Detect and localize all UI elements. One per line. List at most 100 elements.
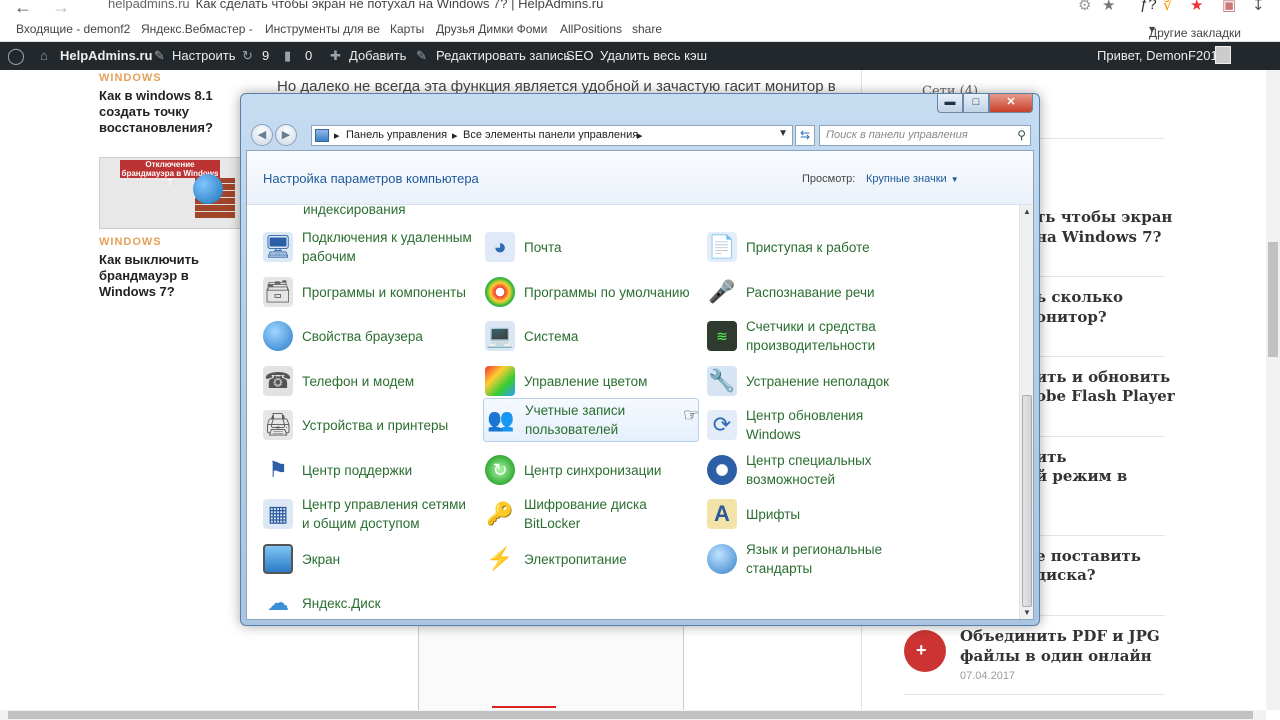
search-icon[interactable]: ⚲: [1017, 128, 1026, 142]
cp-item-action-center[interactable]: ⚑ Центр поддержки: [263, 450, 473, 490]
sidebar-post-title[interactable]: диска?: [1036, 565, 1096, 585]
search-input[interactable]: Поиск в панели управления ⚲: [819, 125, 1031, 146]
cp-item-bitlocker[interactable]: 🔑 Шифрование диска BitLocker: [485, 494, 695, 534]
sidebar-post-title[interactable]: онитор?: [1036, 307, 1107, 327]
sidebar-post-title[interactable]: е поставить: [1036, 546, 1141, 566]
bookmark-item[interactable]: Карты: [390, 22, 424, 36]
cp-item-mail[interactable]: ◕ Почта: [485, 227, 695, 267]
address-dropdown-icon[interactable]: ▼: [778, 128, 788, 139]
star-red-icon[interactable]: ★: [1190, 0, 1203, 14]
address-bar[interactable]: ▸ Панель управления ▸ Все элементы панел…: [311, 125, 793, 146]
bookmark-item[interactable]: share: [632, 22, 662, 36]
sidebar-post-title[interactable]: Объединить PDF и JPG: [960, 626, 1160, 646]
fx-extension-icon[interactable]: ƒ?: [1140, 0, 1157, 13]
sidebar-post-title[interactable]: ть чтобы экран: [1036, 207, 1172, 227]
breadcrumb-all-items[interactable]: Все элементы панели управления: [463, 129, 638, 141]
cp-item-color-management[interactable]: Управление цветом: [485, 361, 695, 401]
sidebar-post-title[interactable]: на Windows 7?: [1036, 227, 1161, 247]
troubleshooting-icon: 🔧: [707, 366, 737, 396]
view-dropdown[interactable]: Крупные значки ▼: [866, 173, 959, 185]
purge-cache-link[interactable]: Удалить весь кэш: [600, 48, 707, 63]
post-title[interactable]: Как выключить брандмауэр в Windows 7?: [99, 252, 239, 300]
bookmark-item[interactable]: Яндекс.Вебмастер -: [141, 22, 253, 36]
item-label: Центр обновления Windows: [746, 408, 864, 442]
cp-item-yandex-disk[interactable]: ☁ Яндекс.Диск: [263, 583, 473, 623]
calendar-icon[interactable]: ▣: [1222, 0, 1236, 14]
sidebar-post-title[interactable]: ить: [1036, 447, 1067, 467]
extension-icon[interactable]: ⚙: [1078, 0, 1091, 14]
download-icon[interactable]: ↧: [1252, 0, 1265, 14]
edit-post-link[interactable]: Редактировать запись: [436, 48, 570, 63]
bitlocker-icon: 🔑: [486, 501, 514, 526]
cp-item-performance[interactable]: ≋ Счетчики и средства производительности: [707, 316, 917, 356]
cp-item-default-programs[interactable]: Программы по умолчанию: [485, 272, 695, 312]
bookmark-item[interactable]: Инструменты для ве: [265, 22, 380, 36]
cp-item-devices-printers[interactable]: 🖨 Устройства и принтеры: [263, 405, 473, 445]
cp-item-getting-started[interactable]: 📄 Приступая к работе: [707, 227, 917, 267]
maximize-button[interactable]: □: [963, 94, 989, 113]
cp-item-system[interactable]: 💻 Система: [485, 316, 695, 356]
site-name-link[interactable]: HelpAdmins.ru: [60, 48, 152, 63]
page-h-scrollbar[interactable]: [0, 710, 1266, 720]
cp-item-display[interactable]: Экран: [263, 539, 473, 579]
post-title[interactable]: Как в windows 8.1 создать точку восстано…: [99, 88, 239, 136]
item-label-cut[interactable]: индексирования: [303, 202, 406, 217]
forward-arrow-icon[interactable]: →: [52, 0, 70, 18]
cp-item-sync-center[interactable]: ↻ Центр синхронизации: [485, 450, 695, 490]
comments-count[interactable]: 0: [305, 48, 312, 63]
bookmark-item[interactable]: Друзья Димки Фоми: [436, 22, 547, 36]
seo-link[interactable]: SEO: [566, 48, 593, 63]
bookmark-item[interactable]: AllPositions: [560, 22, 622, 36]
refresh-button[interactable]: ⇆: [795, 125, 815, 146]
sidebar-post-title[interactable]: ь сколько: [1036, 287, 1123, 307]
minimize-button[interactable]: ▬: [937, 94, 963, 113]
cp-item-power-options[interactable]: ⚡ Электропитание: [485, 539, 695, 579]
post-thumbnail[interactable]: Отключение брандмауэра в Windows 7: [99, 157, 244, 229]
add-new-link[interactable]: Добавить: [349, 48, 406, 63]
category-label[interactable]: WINDOWS: [99, 72, 162, 84]
sidebar-post-title[interactable]: obe Flash Player: [1036, 386, 1175, 406]
pdf-jpg-icon[interactable]: +: [904, 630, 946, 672]
rss-icon[interactable]: ∛: [1163, 0, 1173, 14]
cp-item-user-accounts[interactable]: 👥 Учетные записи пользователей: [483, 398, 699, 442]
cp-item-phone-modem[interactable]: ☎ Телефон и модем: [263, 361, 473, 401]
item-label: Экран: [302, 551, 341, 567]
sidebar-post-title[interactable]: файлы в один онлайн: [960, 646, 1152, 666]
star-icon[interactable]: ★: [1102, 0, 1115, 14]
cp-item-speech[interactable]: 🎤 Распознавание речи: [707, 272, 917, 312]
close-button[interactable]: ✕: [989, 94, 1033, 113]
other-bookmarks[interactable]: Другие закладки ▾: [1149, 22, 1241, 40]
h-scrollbar-thumb[interactable]: [8, 711, 1253, 719]
sidebar-post-title[interactable]: й режим в: [1036, 466, 1127, 486]
wordpress-logo-icon[interactable]: ◯: [7, 46, 25, 66]
cp-item-fonts[interactable]: A Шрифты: [707, 494, 917, 534]
breadcrumb-control-panel[interactable]: Панель управления: [346, 129, 447, 141]
category-label[interactable]: WINDOWS: [99, 236, 162, 248]
display-icon: [263, 544, 293, 574]
cp-item-windows-update[interactable]: ⟳ Центр обновления Windows: [707, 405, 917, 445]
content-scrollbar[interactable]: ▲ ▼: [1019, 205, 1033, 619]
cp-item-ease-of-access[interactable]: Центр специальных возможностей: [707, 450, 917, 490]
sidebar-post-title[interactable]: ить и обновить: [1036, 367, 1170, 387]
bookmark-item[interactable]: Входящие - demonf2: [16, 22, 130, 36]
greeting-link[interactable]: Привет, DemonF2016: [1097, 48, 1225, 63]
avatar[interactable]: [1215, 46, 1231, 64]
scroll-down-icon[interactable]: ▼: [1023, 608, 1031, 617]
address-bar[interactable]: helpadmins.ru Как сделать чтобы экран не …: [108, 0, 603, 11]
back-arrow-icon[interactable]: ←: [14, 0, 32, 18]
back-button[interactable]: ◀: [251, 124, 273, 146]
page-scrollbar[interactable]: [1266, 70, 1280, 710]
cp-item-browser-options[interactable]: Свойства браузера: [263, 316, 473, 356]
forward-button[interactable]: ▶: [275, 124, 297, 146]
cp-item-programs[interactable]: 🗃 Программы и компоненты: [263, 272, 473, 312]
scrollbar-thumb[interactable]: [1022, 395, 1032, 607]
cp-item-troubleshooting[interactable]: 🔧 Устранение неполадок: [707, 361, 917, 401]
scroll-up-icon[interactable]: ▲: [1023, 207, 1031, 216]
customize-link[interactable]: Настроить: [172, 48, 236, 63]
cp-item-network-center[interactable]: ▦ Центр управления сетями и общим доступ…: [263, 494, 473, 534]
scrollbar-thumb[interactable]: [1268, 242, 1278, 357]
cp-item-region-language[interactable]: Язык и региональные стандарты: [707, 539, 917, 579]
item-label: Центр поддержки: [302, 462, 413, 478]
cp-item-remote-desktop[interactable]: 🖥 Подключения к удаленным рабочим: [263, 227, 473, 267]
updates-count[interactable]: 9: [262, 48, 269, 63]
